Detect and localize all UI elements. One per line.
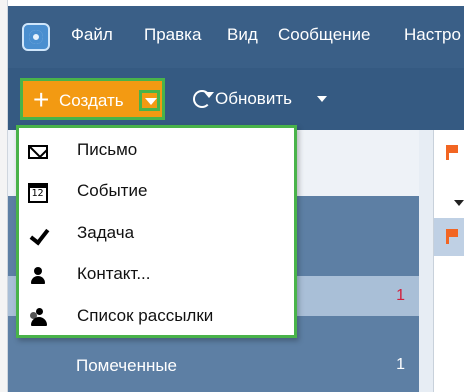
menu-item-mailing-list[interactable]: Список рассылки xyxy=(19,297,294,337)
create-button[interactable]: + Создать xyxy=(20,78,165,120)
starred-count-badge: 1 xyxy=(396,356,405,373)
menu-view[interactable]: Вид xyxy=(227,25,258,45)
flag-column-icon[interactable] xyxy=(446,145,458,160)
message-row-selected[interactable] xyxy=(434,218,464,256)
create-dropdown-menu: Письмо 12 Событие Задача Контакт... Спис… xyxy=(16,125,297,338)
menu-item-label: Задача xyxy=(77,223,135,242)
person-icon xyxy=(26,264,49,287)
menu-item-label: Список рассылки xyxy=(77,306,214,325)
menu-edit[interactable]: Правка xyxy=(144,25,201,45)
toolbar: + Создать Обновить xyxy=(8,68,464,130)
menu-message[interactable]: Сообщение xyxy=(278,25,371,45)
check-icon xyxy=(26,223,49,246)
menu-item-label: Контакт... xyxy=(77,264,151,283)
create-label: Создать xyxy=(59,91,124,110)
refresh-button[interactable]: Обновить xyxy=(215,89,292,109)
menu-file[interactable]: Файл xyxy=(71,25,113,45)
unread-count-badge: 1 xyxy=(396,287,405,304)
menu-settings[interactable]: Настро xyxy=(404,25,461,45)
flag-icon[interactable] xyxy=(446,229,458,244)
column-sort-icon[interactable] xyxy=(454,200,464,206)
app-logo-icon xyxy=(22,23,50,51)
plus-icon: + xyxy=(33,84,50,115)
menu-item-task[interactable]: Задача xyxy=(19,214,294,254)
menu-item-letter[interactable]: Письмо xyxy=(19,131,294,171)
menu-item-label: Письмо xyxy=(77,140,138,159)
refresh-dropdown-icon[interactable] xyxy=(317,96,327,102)
menu-bar: Файл Правка Вид Сообщение Настро xyxy=(8,6,464,68)
window-edge xyxy=(0,0,8,392)
menu-item-event[interactable]: 12 Событие xyxy=(19,172,294,212)
folder-starred[interactable]: Помеченные xyxy=(76,356,177,376)
menu-item-label: Событие xyxy=(77,181,148,200)
create-dropdown-arrow-icon[interactable] xyxy=(139,90,160,111)
menu-item-contact[interactable]: Контакт... xyxy=(19,255,294,295)
message-list-pane xyxy=(433,130,464,392)
refresh-icon[interactable] xyxy=(193,90,214,108)
calendar-icon: 12 xyxy=(26,181,49,204)
pane-divider[interactable] xyxy=(419,130,433,392)
envelope-icon xyxy=(26,140,49,163)
group-icon xyxy=(26,306,49,329)
